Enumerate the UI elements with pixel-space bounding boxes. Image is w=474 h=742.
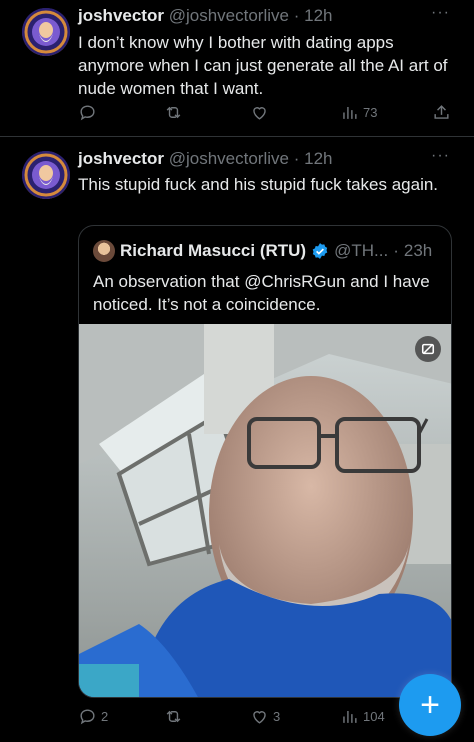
quote-separator: · — [393, 241, 399, 260]
reply-button[interactable] — [78, 103, 101, 122]
tweet-header: joshvector @joshvectorlive · 12h — [78, 6, 332, 26]
share-button[interactable] — [432, 103, 451, 122]
tweet[interactable]: joshvector @joshvectorlive · 12h ··· Thi… — [0, 137, 474, 742]
quoted-tweet[interactable]: Richard Masucci (RTU) @TH... · 23h An ob… — [78, 225, 452, 698]
reply-button[interactable]: 2 — [78, 707, 108, 726]
retweet-button[interactable] — [164, 707, 187, 726]
retweet-icon — [166, 710, 181, 723]
timestamp[interactable]: 12h — [304, 6, 332, 25]
quote-header: Richard Masucci (RTU) @TH... · 23h — [93, 240, 432, 262]
tweet[interactable]: joshvector @joshvectorlive · 12h ··· I d… — [0, 0, 474, 136]
display-name[interactable]: joshvector — [78, 6, 164, 25]
avatar[interactable] — [22, 151, 70, 199]
reply-icon — [80, 105, 95, 121]
views-icon — [343, 710, 357, 723]
views-count: 73 — [363, 105, 378, 120]
views-button[interactable]: 73 — [340, 103, 377, 122]
compose-tweet-button[interactable]: + — [399, 674, 461, 736]
timestamp[interactable]: 12h — [304, 149, 332, 168]
more-options-icon[interactable]: ··· — [431, 147, 450, 165]
action-bar: 73 — [78, 103, 458, 127]
views-button[interactable]: 104 — [340, 707, 385, 726]
tweet-text: This stupid fuck and his stupid fuck tak… — [78, 175, 439, 194]
separator: · — [293, 6, 300, 25]
quote-timestamp: 23h — [403, 241, 433, 260]
content-warning-icon[interactable] — [415, 336, 441, 362]
reply-count: 2 — [101, 709, 109, 724]
like-count: 3 — [273, 709, 281, 724]
tweet-text: I don’t know why I bother with dating ap… — [78, 33, 448, 98]
video-thumbnail[interactable] — [79, 324, 451, 697]
retweet-button[interactable] — [164, 103, 187, 122]
views-icon — [343, 106, 357, 119]
display-name[interactable]: joshvector — [78, 149, 164, 168]
like-icon — [253, 107, 266, 120]
video-frame — [79, 324, 451, 697]
share-icon — [434, 105, 449, 119]
handle[interactable]: @joshvectorlive — [169, 149, 289, 168]
quote-handle: @TH... — [334, 241, 389, 260]
separator: · — [293, 149, 300, 168]
like-button[interactable]: 3 — [250, 707, 280, 726]
quote-display-name: Richard Masucci (RTU) — [120, 241, 307, 260]
like-button[interactable] — [250, 103, 273, 122]
tweet-header: joshvector @joshvectorlive · 12h — [78, 149, 332, 169]
like-icon — [253, 711, 266, 724]
handle[interactable]: @joshvectorlive — [169, 6, 289, 25]
reply-icon — [80, 709, 95, 725]
plus-icon: + — [420, 686, 440, 724]
more-options-icon[interactable]: ··· — [431, 4, 450, 22]
views-count: 104 — [363, 709, 385, 724]
avatar[interactable] — [22, 8, 70, 56]
quote-text: An observation that @ChrisRGun and I hav… — [93, 272, 430, 314]
quote-avatar — [93, 240, 115, 262]
verified-badge-icon — [312, 243, 328, 259]
retweet-icon — [166, 106, 181, 119]
